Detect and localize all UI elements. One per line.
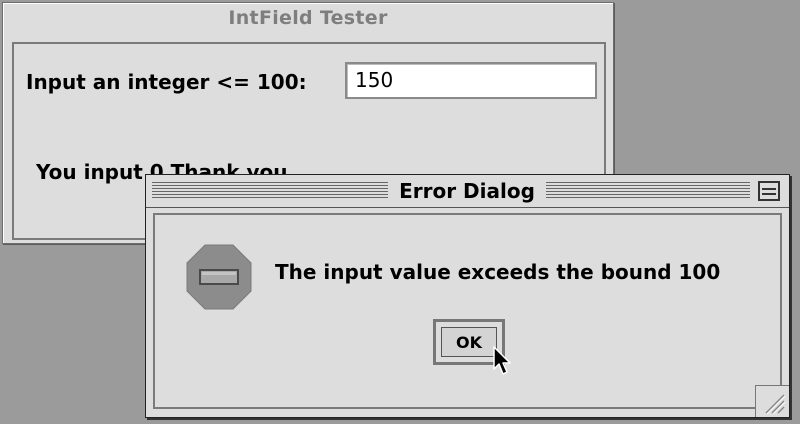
dialog-title: Error Dialog: [399, 179, 535, 203]
dialog-titlebar[interactable]: Error Dialog: [146, 175, 789, 208]
mouse-cursor-icon: [493, 346, 511, 375]
integer-input-field[interactable]: 150: [345, 62, 597, 99]
window-title: IntField Tester: [228, 7, 388, 29]
resize-grip-icon[interactable]: [755, 385, 789, 417]
input-label: Input an integer <= 100:: [26, 70, 307, 94]
error-message: The input value exceeds the bound 100: [275, 260, 721, 284]
titlebar-stripes-right: [546, 182, 750, 199]
dialog-body: The input value exceeds the bound 100 OK: [153, 213, 782, 409]
stop-icon: [186, 244, 252, 310]
titlebar-stripes-left: [152, 182, 388, 199]
collapse-box-icon[interactable]: [758, 181, 780, 201]
resize-grip-lines-icon: [765, 394, 786, 415]
ok-button-label: OK: [441, 327, 497, 357]
error-dialog: Error Dialog The input value exceeds the…: [145, 174, 790, 418]
